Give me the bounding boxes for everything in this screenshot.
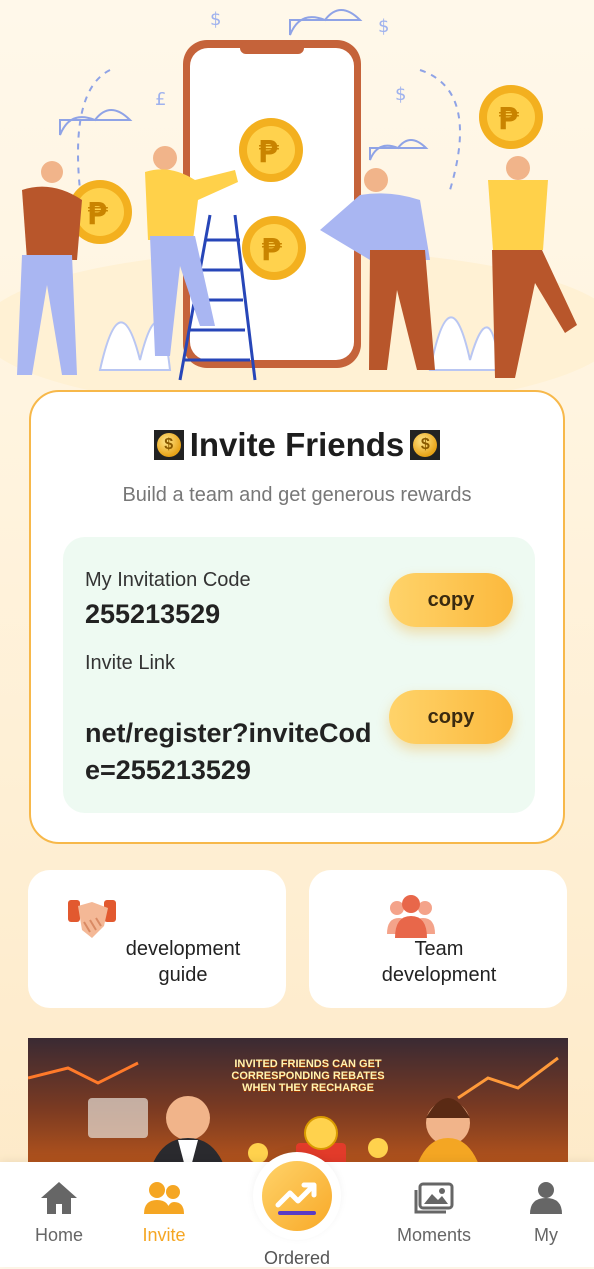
svg-text:$: $ [378, 16, 389, 37]
tab-my-label: My [534, 1225, 558, 1245]
invite-card: Invite Friends Build a team and get gene… [29, 390, 565, 844]
gallery-icon [414, 1182, 454, 1214]
invitation-panel: My Invitation Code 255213529 copy Invite… [63, 537, 535, 813]
svg-text:₱: ₱ [87, 197, 108, 232]
team-development-card[interactable]: Team development [309, 870, 567, 1008]
invite-link-value: net/register?inviteCode=255213529 [85, 718, 372, 785]
team-development-label: Team development [381, 938, 497, 986]
invite-link-label: Invite Link [85, 652, 176, 674]
svg-text:£: £ [155, 89, 166, 110]
development-guide-label: development guide [125, 938, 241, 986]
tab-home-label: Home [34, 1225, 83, 1245]
handshake-icon [68, 900, 116, 938]
team-icon [387, 895, 435, 938]
home-icon [41, 1182, 77, 1214]
hero-illustration-graphic: $ $ £ $ ₱ ₱ ₱ ₱ [0, 9, 594, 390]
trend-icon [275, 1182, 317, 1215]
svg-text:₱: ₱ [261, 233, 282, 268]
tab-home[interactable]: Home [9, 1180, 109, 1246]
invitation-code-label: My Invitation Code [85, 569, 251, 591]
tab-moments-label: Moments [396, 1225, 472, 1245]
invite-title: Invite Friends [189, 426, 405, 463]
svg-text:₱: ₱ [258, 135, 279, 170]
development-guide-card[interactable]: development guide [28, 870, 286, 1008]
tab-my[interactable]: My [496, 1180, 594, 1246]
svg-text:$: $ [395, 84, 406, 105]
invite-subtitle: Build a team and get generous rewards [122, 484, 472, 506]
tab-ordered-label: Ordered [263, 1248, 331, 1268]
users-icon [144, 1182, 184, 1214]
tab-ordered-button[interactable] [253, 1152, 341, 1240]
copy-link-button[interactable]: copy [389, 690, 513, 744]
banner-text: INVITED FRIENDS CAN GET CORRESPONDING RE… [231, 1058, 385, 1094]
hero-illustration: $ $ £ $ ₱ ₱ ₱ ₱ [0, 0, 594, 390]
coin-icon [153, 430, 184, 460]
svg-text:$: $ [210, 9, 221, 30]
invite-title-row: Invite Friends [31, 426, 563, 464]
bottom-tab-bar: Home Invite Ordered Moments My [0, 1152, 594, 1268]
invitation-code-value: 255213529 [85, 599, 221, 629]
copy-code-button[interactable]: copy [389, 573, 513, 627]
tab-invite[interactable]: Invite [114, 1180, 214, 1246]
tab-moments[interactable]: Moments [384, 1180, 484, 1246]
coin-icon [410, 430, 441, 460]
user-icon [530, 1182, 562, 1214]
tab-invite-label: Invite [142, 1225, 186, 1245]
svg-text:₱: ₱ [498, 102, 519, 137]
